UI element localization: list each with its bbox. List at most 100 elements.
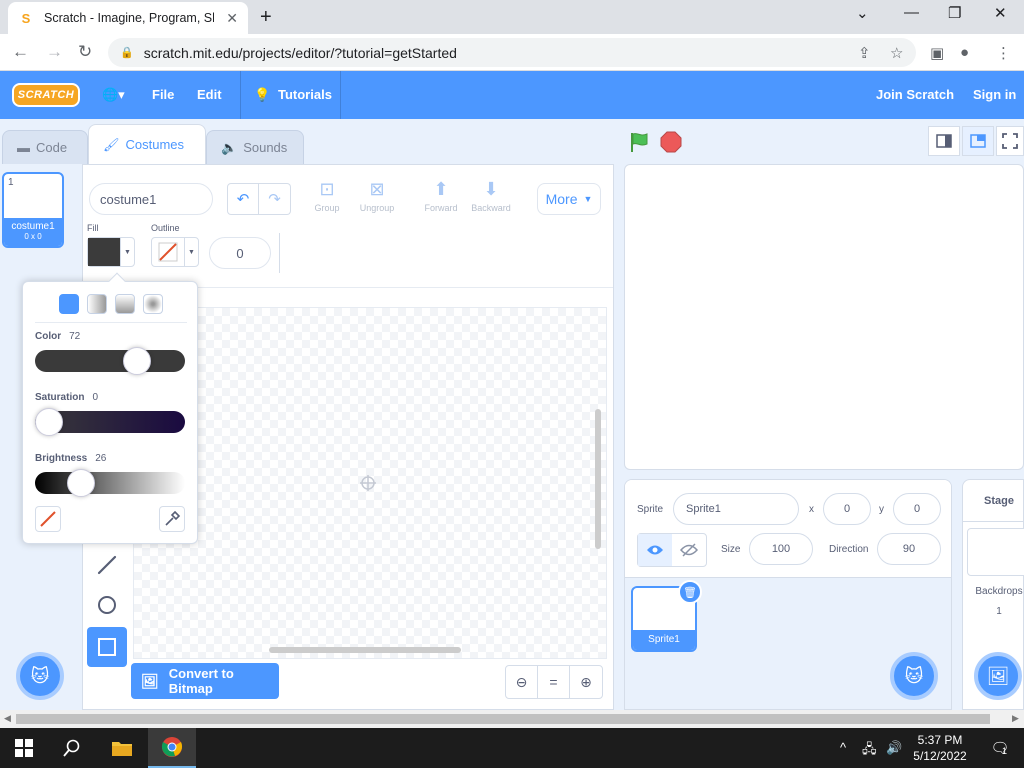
stop-icon[interactable] <box>660 131 682 153</box>
close-tab-icon[interactable]: ✕ <box>226 10 238 27</box>
network-icon[interactable]: 🖧 <box>862 740 877 762</box>
tutorials-menu[interactable]: Tutorials <box>278 87 332 102</box>
redo-button[interactable]: ↷ <box>259 183 291 215</box>
windows-logo-icon <box>15 739 33 757</box>
group-icon: ⊡ <box>319 179 335 199</box>
tab-code[interactable]: ▬ Code <box>2 130 88 164</box>
line-tool[interactable] <box>87 545 127 585</box>
file-explorer-button[interactable] <box>98 728 146 768</box>
fill-color-button[interactable]: ▼ <box>87 237 135 267</box>
close-window-icon[interactable]: ✕ <box>994 4 1007 22</box>
brightness-slider[interactable] <box>35 469 185 497</box>
chrome-taskbar-button[interactable] <box>148 728 196 768</box>
horizontal-gradient-button[interactable] <box>87 294 107 314</box>
forward-icon[interactable]: → <box>46 42 63 62</box>
radial-gradient-button[interactable] <box>143 294 163 314</box>
file-menu[interactable]: File <box>152 87 174 102</box>
vertical-gradient-button[interactable] <box>115 294 135 314</box>
stage-canvas[interactable] <box>624 164 1024 470</box>
start-button[interactable] <box>0 728 48 768</box>
fill-dropdown-icon: ▼ <box>120 238 134 266</box>
outline-width-input[interactable]: 0 <box>209 237 271 269</box>
restore-icon[interactable]: ❐ <box>948 4 961 22</box>
taskbar-clock[interactable]: 5:37 PM 5/12/2022 <box>910 732 970 764</box>
tab-costumes[interactable]: 🖌 Costumes <box>88 124 206 164</box>
circle-tool[interactable] <box>87 585 127 625</box>
edit-menu[interactable]: Edit <box>197 87 222 102</box>
ungroup-button[interactable]: ⊠ Ungroup <box>355 179 399 213</box>
color-slider[interactable] <box>35 347 185 375</box>
volume-icon[interactable]: 🔊 <box>886 740 902 756</box>
share-icon[interactable]: ⇪ <box>858 44 871 62</box>
tutorials-lightbulb-icon[interactable]: 💡 <box>254 87 270 103</box>
canvas-horizontal-scrollbar[interactable] <box>269 647 461 653</box>
url-bar[interactable]: 🔒 scratch.mit.edu/projects/editor/?tutor… <box>108 38 916 67</box>
outline-color-button[interactable]: ▼ <box>151 237 199 267</box>
convert-to-bitmap-button[interactable]: 🖼 Convert to Bitmap <box>131 663 279 699</box>
y-label: y <box>879 504 884 515</box>
language-globe-icon[interactable]: 🌐▾ <box>102 87 125 103</box>
costume-name-input[interactable]: costume1 <box>89 183 213 215</box>
group-button[interactable]: ⊡ Group <box>305 179 349 213</box>
color-value: 72 <box>69 331 81 342</box>
direction-input[interactable]: 90 <box>877 533 941 565</box>
join-scratch-link[interactable]: Join Scratch <box>876 87 954 102</box>
rectangle-tool[interactable] <box>87 627 127 667</box>
minimize-icon[interactable]: — <box>904 4 919 21</box>
saturation-label-text: Saturation <box>35 392 85 403</box>
more-button[interactable]: More ▼ <box>537 183 601 215</box>
new-tab-icon[interactable]: + <box>260 6 272 29</box>
browser-tab[interactable]: S Scratch - Imagine, Program, Shar ✕ <box>8 2 248 34</box>
stage-pane-title: Stage <box>963 480 1024 522</box>
brightness-slider-knob[interactable] <box>66 469 95 497</box>
green-flag-icon[interactable] <box>628 131 650 153</box>
tab-sounds[interactable]: 🔈 Sounds <box>206 130 304 164</box>
sign-in-link[interactable]: Sign in <box>973 87 1016 102</box>
notifications-button[interactable]: 🗨 1 <box>976 728 1024 768</box>
page-horizontal-scrollbar[interactable]: ◀ ▶ <box>0 710 1024 728</box>
scratch-logo[interactable]: SCRATCH <box>12 83 80 107</box>
size-input[interactable]: 100 <box>749 533 813 565</box>
zoom-out-button[interactable]: ⊖ <box>506 666 538 698</box>
backward-button[interactable]: ⬇ Backward <box>469 179 513 213</box>
saturation-slider-knob[interactable] <box>35 408 63 436</box>
hide-sprite-button[interactable] <box>672 534 706 566</box>
x-position-input[interactable]: 0 <box>823 493 871 525</box>
scroll-right-icon[interactable]: ▶ <box>1012 713 1019 724</box>
forward-button[interactable]: ⬆ Forward <box>419 179 463 213</box>
no-fill-button[interactable] <box>35 506 61 532</box>
choose-sprite-button[interactable]: 🐱 <box>890 652 938 700</box>
sprite-name-input[interactable]: Sprite1 <box>673 493 799 525</box>
show-sprite-button[interactable] <box>638 534 672 566</box>
scrollbar-thumb[interactable] <box>16 714 990 724</box>
side-panel-icon[interactable]: ▣ <box>930 44 944 62</box>
bitmap-image-icon: 🖼 <box>141 672 159 689</box>
y-position-input[interactable]: 0 <box>893 493 941 525</box>
costume-tile[interactable]: 1 costume1 0 x 0 <box>2 172 64 248</box>
undo-button[interactable]: ↶ <box>227 183 259 215</box>
bookmark-star-icon[interactable]: ☆ <box>890 44 903 62</box>
search-button[interactable] <box>48 728 96 768</box>
color-slider-knob[interactable] <box>122 347 151 375</box>
chrome-menu-icon[interactable]: ⋮ <box>996 44 1011 62</box>
choose-costume-button[interactable]: 🐱 <box>16 652 64 700</box>
ungroup-icon: ⊠ <box>369 179 385 199</box>
delete-sprite-button[interactable]: 🗑 <box>678 580 702 604</box>
canvas-vertical-scrollbar[interactable] <box>595 409 601 549</box>
eyedropper-button[interactable] <box>159 506 185 532</box>
scroll-left-icon[interactable]: ◀ <box>4 713 11 724</box>
paint-canvas[interactable] <box>133 307 607 659</box>
choose-backdrop-button[interactable]: 🖼 <box>974 652 1022 700</box>
profile-avatar-icon[interactable]: ● <box>960 44 969 61</box>
fullscreen-button[interactable] <box>996 126 1024 156</box>
zoom-reset-button[interactable]: = <box>538 666 570 698</box>
normal-stage-button[interactable] <box>962 126 994 156</box>
reload-icon[interactable]: ↻ <box>78 42 92 62</box>
saturation-slider[interactable] <box>35 408 185 436</box>
zoom-in-button[interactable]: ⊕ <box>570 666 602 698</box>
solid-fill-button[interactable] <box>59 294 79 314</box>
show-hidden-icons-icon[interactable]: ^ <box>840 740 846 755</box>
small-stage-button[interactable] <box>928 126 960 156</box>
tab-search-icon[interactable]: ⌄ <box>856 4 869 22</box>
back-icon[interactable]: ← <box>12 42 29 62</box>
